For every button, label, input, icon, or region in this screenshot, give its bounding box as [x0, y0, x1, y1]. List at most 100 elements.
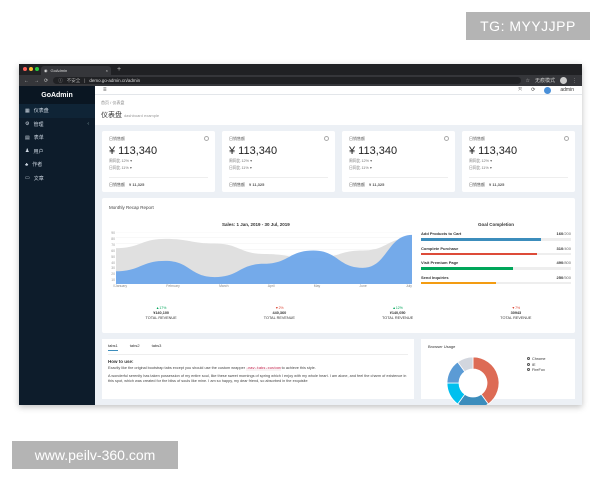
revenue-percent: ▼7%: [511, 306, 521, 310]
minimize-window-icon[interactable]: [29, 67, 33, 71]
refresh-icon[interactable]: ⟳: [531, 87, 535, 93]
stat-card-wow: 周同比 12% ▾: [229, 159, 253, 163]
revenue-amount: 30943: [510, 311, 522, 315]
x-tick-label: June: [359, 284, 367, 288]
sidebar-item[interactable]: ▤ 表单: [19, 131, 95, 145]
custom-tabs-box: tabs1 tabs2 tabs3 How to use: Exactly like…: [102, 339, 414, 399]
revenue-amount: ¥140,100: [153, 311, 170, 315]
stat-card-footer-value: ¥ 11,325: [249, 182, 265, 187]
sidebar-item-label: 文章: [33, 175, 44, 182]
info-icon[interactable]: [324, 136, 329, 141]
close-window-icon[interactable]: [23, 67, 27, 71]
maximize-window-icon[interactable]: [35, 67, 39, 71]
p1-after: to achieve this style.: [280, 366, 316, 370]
goal-total: /400: [563, 245, 571, 251]
form-icon: ▤: [25, 134, 30, 141]
sidebar-toggle-icon[interactable]: ≡: [103, 87, 107, 93]
sidebar-item[interactable]: ♣ 作者: [19, 158, 95, 172]
legend-item[interactable]: FireFox: [527, 368, 546, 374]
x-tick-label: July: [405, 284, 412, 288]
goal-count: 490/800: [557, 260, 571, 265]
fullscreen-icon[interactable]: ⤧: [518, 87, 522, 93]
stat-card-footer: 日销售额 ¥ 11,325: [109, 177, 208, 188]
goal-label: Send Inquiries: [421, 274, 449, 280]
goal-completion: Goal Completion Add Products to Cart 160/…: [421, 222, 571, 289]
browser-usage-box: Browser Usage Chrome IE FireFox: [421, 339, 575, 405]
stat-card-dod: 日同比 11% ▾: [109, 166, 132, 170]
new-tab-button[interactable]: +: [117, 66, 121, 73]
tab-2[interactable]: tabs2: [130, 343, 140, 351]
revenue-label: TOTAL REVENUE: [145, 316, 177, 320]
user-icon: ♟: [25, 148, 30, 155]
profile-avatar[interactable]: [560, 77, 567, 84]
close-tab-icon[interactable]: ×: [106, 68, 108, 73]
legend-item[interactable]: Chrome: [527, 357, 546, 363]
sidebar-item[interactable]: ⚙ 管理 ‹: [19, 118, 95, 132]
stat-card-label: 日销售额: [229, 136, 245, 141]
dashboard-icon: ▦: [25, 107, 30, 114]
tab-heading: How to use:: [108, 359, 134, 364]
goal-row: Complete Purchase 310/400: [421, 246, 571, 251]
info-icon[interactable]: [564, 136, 569, 141]
content-body: 日销售额 ¥ 113,340 周同比 12% ▾ 日同比 11% ▾ 日销售额 ¥ 11,…: [95, 125, 582, 405]
sidebar-item-label: 表单: [33, 135, 44, 142]
revenue-total: ▼2% 440,360 TOTAL REVENUE: [220, 306, 338, 320]
sidebar-item[interactable]: ▦ 仪表盘: [19, 104, 95, 118]
goal-count: 160/200: [557, 231, 571, 236]
sidebar: GoAdmin ▦ 仪表盘 ⚙ 管理 ‹ ▤ 表单 ♟ 用户 ♣ 作者 ▭ 文章: [19, 86, 95, 405]
watermark-bottom: www.peilv-360.com: [12, 441, 178, 469]
tab-paragraph-1: Exactly like the original bootstrap tabs…: [108, 366, 408, 372]
tab-paragraph-2: A wonderful serenity has taken possessio…: [108, 374, 407, 383]
address-bar[interactable]: ⓘ 不安全 | demo.go-admin.cn/admin: [53, 77, 521, 84]
revenue-totals: ▲17% ¥140,100 TOTAL REVENUE ▼2% 440,360 TOTAL…: [102, 306, 575, 320]
sidebar-item-label: 管理: [33, 121, 44, 128]
info-icon[interactable]: [444, 136, 449, 141]
recap-title: Monthly Recap Report: [109, 205, 154, 210]
revenue-percent: ▲17%: [155, 306, 167, 310]
window-controls[interactable]: [23, 67, 39, 71]
back-icon[interactable]: ←: [24, 78, 29, 84]
stat-card-value: ¥ 113,340: [349, 145, 398, 157]
code-snippet: .nav-tabs-custom: [246, 367, 281, 371]
forward-icon[interactable]: →: [34, 78, 39, 84]
goal-progress-fill: [421, 267, 513, 270]
stat-card-label: 日销售额: [469, 136, 485, 141]
revenue-label: TOTAL REVENUE: [382, 316, 414, 320]
info-icon[interactable]: [204, 136, 209, 141]
admin-icon: ⚙: [25, 121, 30, 128]
stat-card-footer-label: 日销售额: [469, 182, 485, 187]
goal-item: Complete Purchase 310/400: [421, 246, 571, 255]
legend-dot-icon: [527, 357, 530, 360]
post-icon: ▭: [25, 175, 30, 182]
tab-3[interactable]: tabs3: [152, 343, 162, 351]
browser-usage-title: Browser Usage: [428, 344, 456, 349]
page-title-text: 仪表盘: [101, 112, 122, 119]
browser-usage-legend: Chrome IE FireFox: [527, 357, 546, 374]
x-tick-label: February: [166, 284, 180, 288]
top-navbar: ≡ ⤧ ⟳ admin: [95, 86, 582, 95]
browser-window: ◉ GoAdmin × + ← → ⟳ ⓘ 不安全 | demo.go-admi…: [19, 64, 582, 405]
sidebar-item[interactable]: ♟ 用户: [19, 145, 95, 159]
goal-progress-bar: [421, 252, 571, 255]
bookmark-star-icon[interactable]: ☆: [526, 78, 530, 84]
app-logo[interactable]: GoAdmin: [19, 86, 95, 104]
revenue-label: TOTAL REVENUE: [500, 316, 532, 320]
bottom-row: tabs1 tabs2 tabs3 How to use: Exactly like…: [102, 339, 575, 405]
security-icon: ⓘ: [58, 77, 63, 83]
tab-1[interactable]: tabs1: [108, 343, 118, 351]
sidebar-item[interactable]: ▭ 文章: [19, 172, 95, 186]
browser-menu-icon[interactable]: ⋮: [572, 78, 577, 84]
user-avatar[interactable]: [544, 86, 552, 94]
page-subtitle: dashboard example: [123, 113, 160, 118]
content-header: 首页 / 仪表盘 仪表盘 dashboard example: [95, 95, 582, 125]
legend-label: FireFox: [532, 368, 545, 372]
reload-icon[interactable]: ⟳: [44, 78, 48, 84]
breadcrumb[interactable]: 首页 / 仪表盘: [101, 100, 576, 106]
browser-tab[interactable]: ◉ GoAdmin ×: [41, 66, 111, 75]
legend-label: IE: [532, 362, 536, 367]
chevron-left-icon: ‹: [87, 121, 89, 128]
x-tick-label: May: [313, 284, 321, 288]
user-name[interactable]: admin: [560, 87, 574, 93]
legend-dot-icon: [527, 362, 530, 366]
goal-progress-bar: [421, 267, 571, 270]
